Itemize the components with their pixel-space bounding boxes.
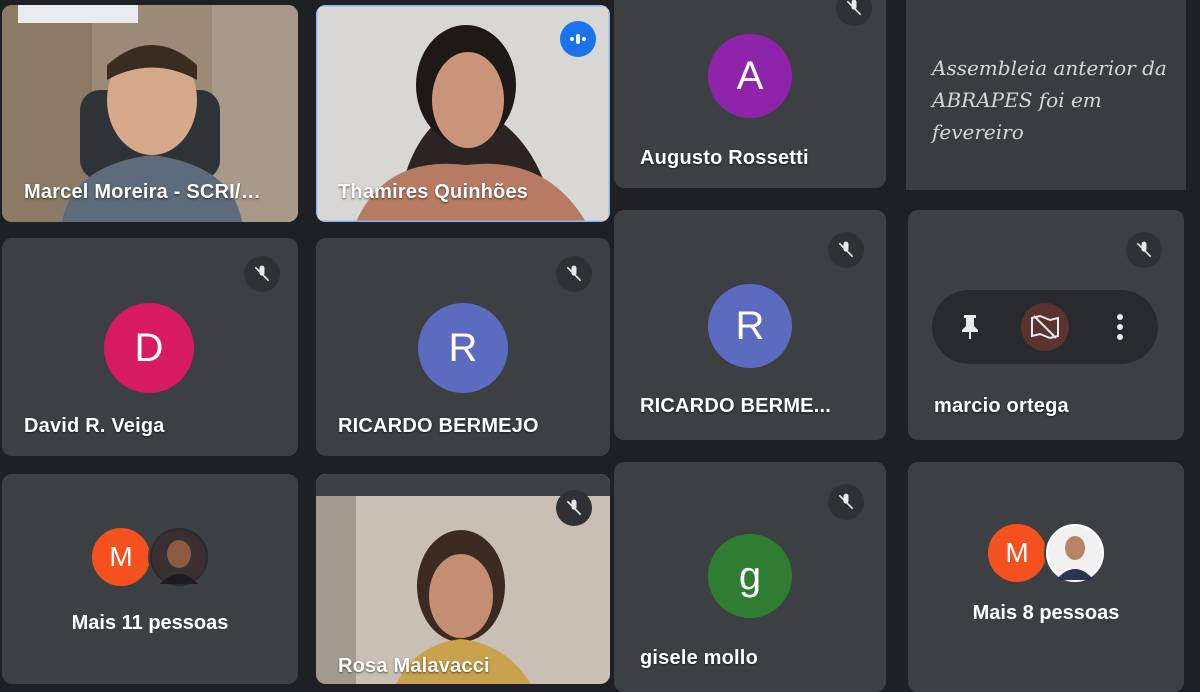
avatar: D bbox=[104, 303, 194, 393]
mic-off-icon bbox=[244, 256, 280, 292]
participant-tile-ricardo-1[interactable]: R RICARDO BERMEJO bbox=[316, 238, 610, 456]
avatar: R bbox=[418, 303, 508, 393]
tile-hover-controls bbox=[932, 290, 1158, 364]
mic-off-icon bbox=[828, 484, 864, 520]
participant-tile-ricardo-2[interactable]: R RICARDO BERME... bbox=[614, 210, 886, 440]
participant-name: RICARDO BERME... bbox=[640, 395, 831, 417]
mic-off-icon bbox=[836, 0, 872, 26]
caption-text: Assembleia anterior da ABRAPES foi em fe… bbox=[932, 56, 1167, 144]
pin-icon bbox=[961, 315, 978, 339]
others-avatars: M bbox=[2, 526, 298, 588]
more-vert-icon bbox=[1117, 314, 1124, 340]
avatar-photo bbox=[1044, 522, 1106, 584]
mic-off-icon bbox=[556, 256, 592, 292]
avatar: M bbox=[986, 522, 1048, 584]
avatar-initial: R bbox=[735, 303, 765, 348]
participant-tile-thamires[interactable]: Thamires Quinhões bbox=[316, 5, 610, 222]
avatar-initial: A bbox=[736, 53, 764, 98]
participant-tile-augusto[interactable]: A Augusto Rossetti bbox=[614, 0, 886, 188]
participant-name: Marcel Moreira - SCRI/M... bbox=[24, 181, 274, 203]
avatar: g bbox=[708, 534, 792, 618]
remove-button[interactable] bbox=[1020, 303, 1069, 351]
participant-tile-marcel[interactable]: Marcel Moreira - SCRI/M... bbox=[2, 5, 298, 222]
mic-off-icon bbox=[556, 490, 592, 526]
participant-name: gisele mollo bbox=[640, 647, 758, 669]
avatar: R bbox=[708, 284, 792, 368]
participant-name: Thamires Quinhões bbox=[338, 181, 529, 203]
participant-tile-rosa[interactable]: Rosa Malavacci bbox=[316, 474, 610, 684]
participant-name: David R. Veiga bbox=[24, 415, 165, 437]
pin-button[interactable] bbox=[946, 303, 994, 351]
more-options-button[interactable] bbox=[1096, 303, 1144, 351]
avatar-initial: M bbox=[1005, 537, 1029, 568]
others-avatars: M bbox=[908, 522, 1184, 584]
others-tile-11[interactable]: M Mais 11 pessoas bbox=[2, 474, 298, 684]
participant-tile-david[interactable]: D David R. Veiga bbox=[2, 238, 298, 456]
remove-icon bbox=[1030, 314, 1059, 340]
avatar: M bbox=[90, 526, 152, 588]
avatar-initial: g bbox=[738, 553, 762, 598]
others-tile-8[interactable]: M Mais 8 pessoas bbox=[908, 462, 1184, 692]
mic-off-icon bbox=[828, 232, 864, 268]
participant-name: RICARDO BERMEJO bbox=[338, 415, 539, 437]
caption-box: Assembleia anterior da ABRAPES foi em fe… bbox=[906, 0, 1186, 190]
others-label: Mais 11 pessoas bbox=[71, 612, 229, 634]
others-label: Mais 8 pessoas bbox=[972, 602, 1120, 624]
participant-name: Augusto Rossetti bbox=[640, 147, 809, 169]
avatar-initial: R bbox=[448, 325, 478, 370]
audio-level-icon bbox=[560, 21, 596, 57]
participant-tile-gisele[interactable]: g gisele mollo bbox=[614, 462, 886, 692]
mic-off-icon bbox=[1126, 232, 1162, 268]
avatar: A bbox=[708, 34, 792, 118]
avatar-initial: M bbox=[109, 541, 133, 572]
avatar-photo bbox=[148, 526, 210, 588]
avatar-initial: D bbox=[134, 325, 164, 370]
participant-name: marcio ortega bbox=[934, 395, 1069, 417]
